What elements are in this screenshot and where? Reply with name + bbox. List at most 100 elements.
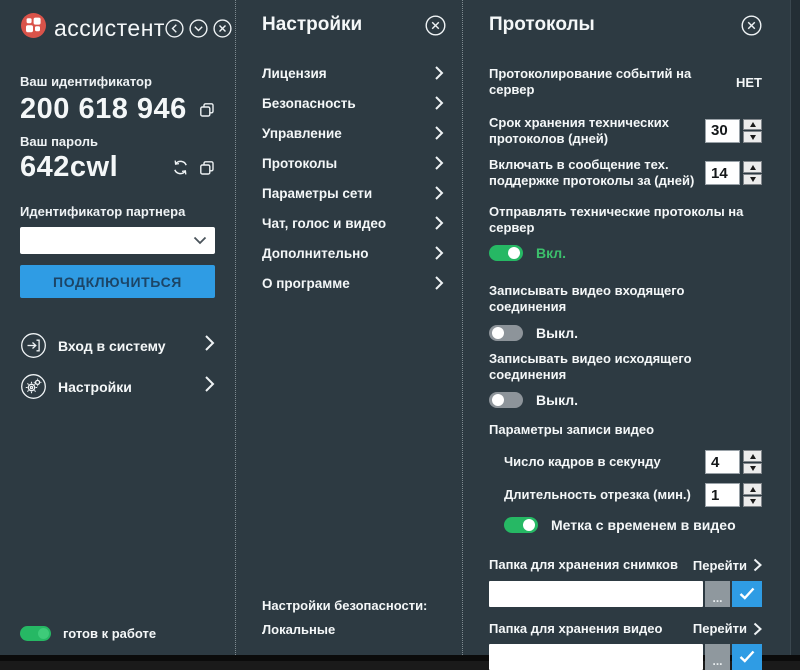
your-password-label: Ваш пароль xyxy=(20,134,215,149)
record-outgoing-toggle[interactable] xyxy=(489,392,523,408)
fps-label: Число кадров в секунду xyxy=(504,454,661,470)
retention-spin-down[interactable] xyxy=(743,131,762,143)
chevron-right-icon xyxy=(434,185,444,201)
partner-id-input[interactable] xyxy=(20,233,193,248)
server-logging-value[interactable]: НЕТ xyxy=(736,75,762,90)
login-nav-label: Вход в систему xyxy=(58,338,166,354)
check-icon xyxy=(739,650,755,663)
main-row: ассистент xyxy=(0,0,800,655)
chevron-down-icon xyxy=(193,236,207,245)
refresh-password-icon[interactable] xyxy=(172,159,189,176)
duration-input[interactable]: 1 xyxy=(705,483,740,507)
menu-item-network[interactable]: Параметры сети xyxy=(262,178,446,208)
chevron-right-icon xyxy=(434,95,444,111)
settings-panel-title: Настройки xyxy=(262,14,362,36)
settings-close-icon[interactable] xyxy=(425,15,446,36)
snapshots-folder-input-row: ... xyxy=(489,581,762,607)
settings-nav-label: Настройки xyxy=(58,379,132,395)
menu-item-additional[interactable]: Дополнительно xyxy=(262,238,446,268)
fps-row: Число кадров в секунду 4 xyxy=(504,450,762,474)
menu-item-security[interactable]: Безопасность xyxy=(262,88,446,118)
menu-item-chat-voice-video[interactable]: Чат, голос и видео xyxy=(262,208,446,238)
copy-password-icon[interactable] xyxy=(199,160,215,176)
app-title: ассистент xyxy=(54,15,165,42)
menu-item-about[interactable]: О программе xyxy=(262,268,446,298)
app-window: ассистент xyxy=(0,0,800,661)
ready-status: готов к работе xyxy=(20,626,215,641)
copy-id-icon[interactable] xyxy=(199,102,215,118)
include-label: Включать в сообщение тех. поддержке прот… xyxy=(489,157,705,190)
protocols-panel-title: Протоколы xyxy=(489,14,595,36)
record-outgoing-state: Выкл. xyxy=(536,392,578,408)
app-header: ассистент xyxy=(20,12,215,44)
security-settings-label: Настройки безопасности: xyxy=(262,598,446,613)
gear-icon xyxy=(20,373,47,400)
check-icon xyxy=(739,587,755,600)
fps-spinner: 4 xyxy=(705,450,762,474)
snapshots-folder-input[interactable] xyxy=(489,581,703,607)
fps-spin-down[interactable] xyxy=(743,463,762,475)
record-incoming-state: Выкл. xyxy=(536,325,578,341)
your-id-value: 200 618 946 xyxy=(20,93,187,126)
record-incoming-label: Записывать видео входящего соединения xyxy=(489,283,762,316)
scrollbar-track[interactable] xyxy=(790,0,800,655)
ready-toggle[interactable] xyxy=(20,626,51,641)
chevron-right-icon xyxy=(753,558,762,572)
include-input[interactable]: 14 xyxy=(705,161,740,185)
include-spinner: 14 xyxy=(705,161,762,185)
security-settings-value: Локальные xyxy=(262,622,446,637)
snapshots-browse-button[interactable]: ... xyxy=(705,581,730,607)
snapshots-goto-link[interactable]: Перейти xyxy=(693,558,762,573)
retention-spin-up[interactable] xyxy=(743,119,762,131)
fps-input[interactable]: 4 xyxy=(705,450,740,474)
main-panel: ассистент xyxy=(0,0,236,655)
close-icon[interactable] xyxy=(213,19,232,38)
video-folder-header: Папка для хранения видео Перейти xyxy=(489,621,762,637)
connect-button[interactable]: ПОДКЛЮЧИТЬСЯ xyxy=(20,265,215,298)
menu-item-protocols[interactable]: Протоколы xyxy=(262,148,446,178)
retention-input[interactable]: 30 xyxy=(705,119,740,143)
fps-spin-up[interactable] xyxy=(743,450,762,462)
send-tech-state: Вкл. xyxy=(536,245,566,261)
duration-spin-up[interactable] xyxy=(743,483,762,495)
timestamp-toggle[interactable] xyxy=(504,517,538,533)
send-tech-label: Отправлять технические протоколы на серв… xyxy=(489,204,762,237)
duration-spin-down[interactable] xyxy=(743,496,762,508)
collapse-left-icon[interactable] xyxy=(165,19,184,38)
partner-id-label: Идентификатор партнера xyxy=(20,204,215,219)
your-id-row: 200 618 946 xyxy=(20,93,215,126)
settings-nav-item[interactable]: Настройки xyxy=(20,373,215,400)
include-spin-up[interactable] xyxy=(743,161,762,173)
login-nav-item[interactable]: Вход в систему xyxy=(20,332,215,359)
snapshots-folder-label: Папка для хранения снимков xyxy=(489,557,678,573)
video-confirm-button[interactable] xyxy=(732,644,762,670)
timestamp-toggle-row: Метка с временем в видео xyxy=(504,517,762,533)
your-id-label: Ваш идентификатор xyxy=(20,74,215,89)
collapse-down-icon[interactable] xyxy=(189,19,208,38)
login-icon xyxy=(20,332,47,359)
snapshots-confirm-button[interactable] xyxy=(732,581,762,607)
duration-label: Длительность отрезка (мин.) xyxy=(504,487,691,503)
duration-row: Длительность отрезка (мин.) 1 xyxy=(504,483,762,507)
menu-item-management[interactable]: Управление xyxy=(262,118,446,148)
record-incoming-toggle-row: Выкл. xyxy=(489,325,762,341)
window-controls xyxy=(165,19,232,38)
protocols-close-icon[interactable] xyxy=(741,15,762,36)
record-incoming-toggle[interactable] xyxy=(489,325,523,341)
send-tech-toggle[interactable] xyxy=(489,245,523,261)
partner-id-combobox[interactable] xyxy=(20,227,215,254)
video-browse-button[interactable]: ... xyxy=(705,644,730,670)
video-goto-link[interactable]: Перейти xyxy=(693,621,762,636)
chevron-right-icon xyxy=(434,215,444,231)
send-tech-toggle-row: Вкл. xyxy=(489,245,762,261)
record-outgoing-toggle-row: Выкл. xyxy=(489,392,762,408)
your-password-row: 642cwl xyxy=(20,151,215,184)
ready-status-label: готов к работе xyxy=(63,626,156,641)
your-password-value: 642cwl xyxy=(20,151,118,184)
menu-item-license[interactable]: Лицензия xyxy=(262,58,446,88)
include-spin-down[interactable] xyxy=(743,174,762,186)
chevron-right-icon xyxy=(434,245,444,261)
video-folder-input[interactable] xyxy=(489,644,703,670)
video-folder-label: Папка для хранения видео xyxy=(489,621,662,637)
settings-panel: Настройки Лицензия Безопасность Упр xyxy=(236,0,463,655)
